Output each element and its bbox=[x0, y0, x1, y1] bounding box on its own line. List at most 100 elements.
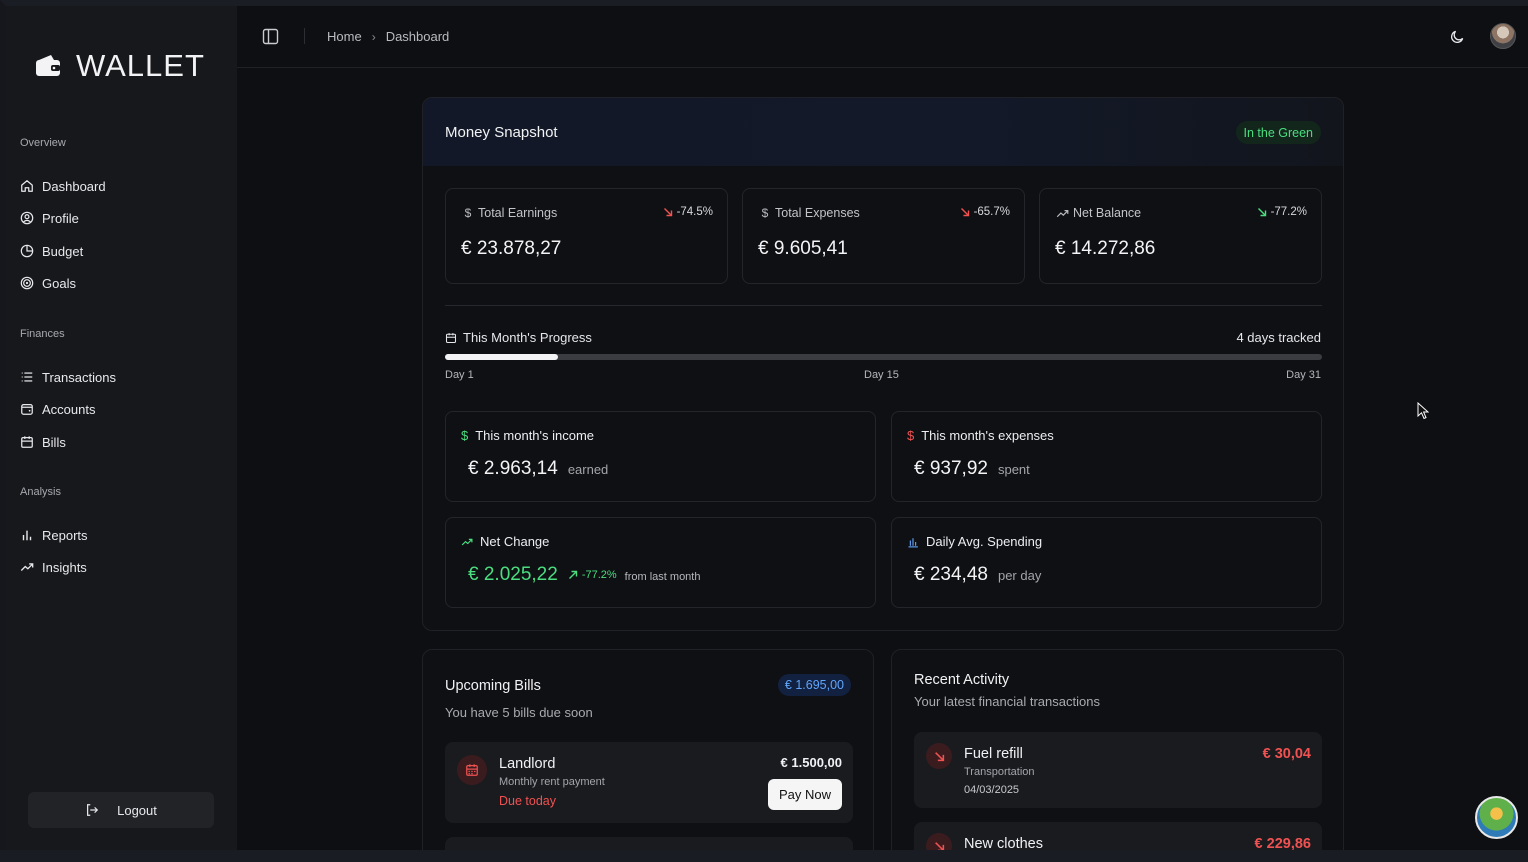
expenses-suffix: spent bbox=[997, 462, 1030, 477]
expenses-label-text: This month's expenses bbox=[921, 428, 1054, 443]
section-overview: Overview bbox=[20, 137, 66, 149]
dollar-icon: $ bbox=[907, 428, 915, 443]
logout-button[interactable]: Logout bbox=[28, 792, 214, 828]
floating-assistant-button[interactable] bbox=[1475, 796, 1518, 839]
stat-change-text: -74.5% bbox=[676, 206, 713, 218]
money-snapshot-card: Money Snapshot In the Green $ Total Earni… bbox=[422, 97, 1344, 631]
mouse-cursor-icon bbox=[1417, 402, 1429, 420]
stat-label-text: Total Earnings bbox=[478, 206, 558, 220]
daily-avg-value: € 234,48 bbox=[914, 564, 988, 585]
sidebar-item-accounts[interactable]: Accounts bbox=[20, 396, 220, 422]
bar-chart-icon bbox=[908, 537, 918, 547]
stat-change: -77.2% bbox=[1257, 206, 1307, 218]
days-tracked: 4 days tracked bbox=[1236, 330, 1321, 345]
sidebar-toggle-icon[interactable] bbox=[262, 28, 279, 45]
sidebar-item-label: Reports bbox=[42, 527, 88, 543]
month-progress-fill bbox=[445, 354, 559, 360]
wallet-icon bbox=[21, 404, 33, 415]
bill-due-status: Due today bbox=[499, 794, 556, 808]
stat-value: € 14.272,86 bbox=[1055, 238, 1156, 259]
net-change-row: € 2.025,22 -77.2% from last month bbox=[468, 564, 700, 586]
arrow-down-right-icon bbox=[1257, 208, 1266, 217]
logout-icon bbox=[87, 804, 99, 816]
stat-value: € 23.878,27 bbox=[461, 238, 562, 259]
pay-now-button[interactable]: Pay Now bbox=[768, 779, 842, 810]
breadcrumb-current: Dashboard bbox=[385, 29, 450, 44]
upcoming-bills-card: Upcoming Bills You have 5 bills due soon… bbox=[422, 649, 874, 862]
stat-label-text: Total Expenses bbox=[775, 206, 860, 220]
sidebar-item-bills[interactable]: Bills bbox=[20, 429, 220, 455]
sidebar-item-reports[interactable]: Reports bbox=[20, 522, 220, 548]
net-change-card: Net Change € 2.025,22 -77.2% from last m… bbox=[445, 517, 876, 608]
daily-avg-suffix: per day bbox=[997, 568, 1042, 583]
progress-label-text: This Month's Progress bbox=[463, 330, 592, 345]
sidebar-item-transactions[interactable]: Transactions bbox=[20, 364, 220, 390]
user-circle-icon bbox=[20, 211, 34, 225]
arrow-down-right-icon bbox=[663, 208, 672, 217]
section-finances: Finances bbox=[20, 328, 65, 340]
net-change-suffix: from last month bbox=[624, 571, 701, 583]
bill-description: Monthly rent payment bbox=[499, 776, 605, 788]
progress-tick-start: Day 1 bbox=[445, 369, 474, 381]
daily-avg-label-text: Daily Avg. Spending bbox=[926, 534, 1043, 549]
divider bbox=[445, 305, 1322, 306]
sidebar-item-label: Transactions bbox=[42, 369, 116, 385]
brand-name: WALLET bbox=[76, 48, 205, 83]
net-change-label-text: Net Change bbox=[480, 534, 550, 549]
bills-subtitle: You have 5 bills due soon bbox=[445, 705, 593, 720]
sidebar-item-goals[interactable]: Goals bbox=[20, 270, 220, 296]
stat-value: € 9.605,41 bbox=[758, 238, 848, 259]
sidebar-item-label: Accounts bbox=[42, 401, 96, 417]
sidebar-item-insights[interactable]: Insights bbox=[20, 554, 220, 580]
activity-title: Recent Activity bbox=[914, 672, 1010, 688]
brand-logo[interactable]: WALLET bbox=[34, 48, 205, 84]
stat-change-text: -77.2% bbox=[1270, 206, 1307, 218]
sidebar-item-dashboard[interactable]: Dashboard bbox=[20, 173, 220, 199]
toolbar-divider bbox=[304, 28, 305, 44]
progress-label: This Month's Progress bbox=[445, 330, 592, 345]
trending-up-icon bbox=[1056, 209, 1069, 217]
progress-tick-end: Day 31 bbox=[1286, 369, 1321, 381]
moon-icon[interactable] bbox=[1450, 29, 1465, 44]
avatar[interactable] bbox=[1490, 23, 1516, 49]
activity-category: Transportation bbox=[964, 766, 1035, 778]
calendar-icon bbox=[466, 764, 478, 776]
calendar-icon bbox=[21, 436, 33, 448]
activity-date: 04/03/2025 bbox=[964, 784, 1020, 796]
section-analysis: Analysis bbox=[20, 486, 61, 498]
daily-avg-label: Daily Avg. Spending bbox=[907, 534, 1042, 549]
daily-avg-row: € 234,48 per day bbox=[914, 564, 1041, 586]
activity-name: Fuel refill bbox=[964, 746, 1023, 762]
sidebar-item-profile[interactable]: Profile bbox=[20, 205, 220, 231]
arrow-down-right-icon bbox=[960, 208, 969, 217]
sidebar-item-label: Dashboard bbox=[42, 178, 106, 194]
expenses-card: $ This month's expenses € 937,92 spent bbox=[891, 411, 1322, 502]
dollar-icon: $ bbox=[464, 206, 472, 220]
dollar-icon: $ bbox=[461, 428, 469, 443]
stat-label: $ Total Expenses bbox=[759, 206, 860, 220]
breadcrumb-home[interactable]: Home bbox=[327, 29, 362, 44]
status-badge: In the Green bbox=[1235, 121, 1321, 144]
sidebar-item-label: Insights bbox=[42, 559, 87, 575]
net-change-pct: -77.2% bbox=[568, 569, 617, 581]
bills-total-badge: € 1.695,00 bbox=[777, 674, 851, 696]
sidebar-item-budget[interactable]: Budget bbox=[20, 238, 220, 264]
target-icon bbox=[20, 276, 34, 290]
pie-chart-icon bbox=[20, 244, 34, 258]
activity-item[interactable]: Fuel refill Transportation 04/03/2025 € … bbox=[914, 732, 1322, 808]
bill-item: Landlord Monthly rent payment Due today … bbox=[445, 742, 853, 823]
net-change-label: Net Change bbox=[461, 534, 549, 549]
stat-change: -65.7% bbox=[960, 206, 1010, 218]
arrow-down-right-icon bbox=[934, 751, 944, 761]
stat-label: Net Balance bbox=[1056, 206, 1141, 220]
stat-total-earnings: $ Total Earnings -74.5% € 23.878,27 bbox=[445, 188, 728, 284]
dollar-icon: $ bbox=[761, 206, 769, 220]
activity-icon bbox=[926, 743, 952, 769]
stat-total-expenses: $ Total Expenses -65.7% € 9.605,41 bbox=[742, 188, 1025, 284]
list-icon bbox=[21, 372, 33, 382]
stat-net-balance: Net Balance -77.2% € 14.272,86 bbox=[1039, 188, 1322, 284]
trending-up-icon bbox=[461, 538, 473, 545]
chevron-right-icon: › bbox=[371, 29, 376, 44]
activity-amount: € 30,04 bbox=[1262, 746, 1311, 762]
home-icon bbox=[21, 180, 33, 192]
